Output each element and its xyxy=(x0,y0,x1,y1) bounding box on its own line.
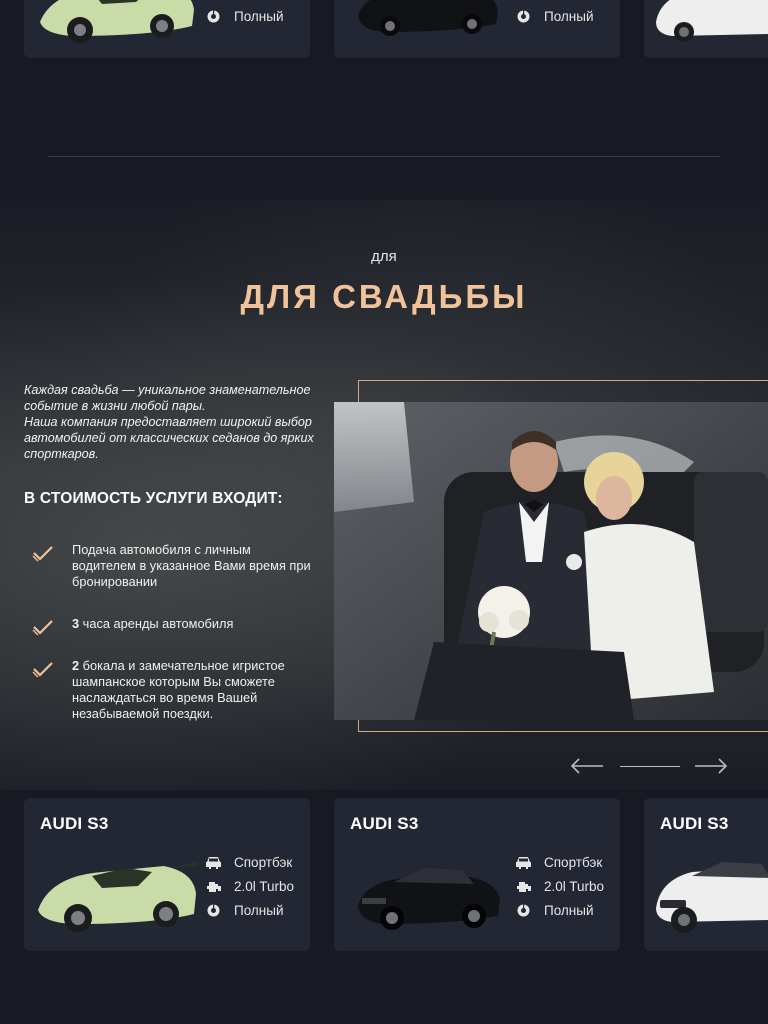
drive-icon xyxy=(204,903,222,917)
spec-engine-label: 2.0l Turbo xyxy=(234,878,295,894)
spec-body: Спортбэк xyxy=(514,852,602,872)
check-icon xyxy=(32,620,53,636)
include-rest: часа аренды автомобиля xyxy=(79,616,234,631)
spec-drive-label: Полный xyxy=(234,8,284,24)
car-card-top-2[interactable]: Полный xyxy=(334,0,620,58)
spec-body: Спортбэк xyxy=(204,852,292,872)
car-title: AUDI S3 xyxy=(660,814,729,833)
section-kicker: для xyxy=(371,248,397,265)
include-text: Подача автомобиля с личным водителем в у… xyxy=(72,542,312,590)
car-card-2[interactable]: AUDI S3 Спортбэк 2.0l Turbo Полный xyxy=(334,798,620,951)
include-rest: Подача автомобиля с личным водителем в у… xyxy=(72,542,311,589)
car-image xyxy=(656,0,768,42)
spec-engine-label: 2.0l Turbo xyxy=(544,878,605,894)
check-icon xyxy=(32,662,53,678)
check-icon xyxy=(32,546,53,562)
spec-drive: Полный xyxy=(514,6,594,26)
spec-drive: Полный xyxy=(204,900,284,920)
include-text: 3 часа аренды автомобиля xyxy=(72,616,312,632)
drive-icon xyxy=(514,903,532,917)
spec-drive-label: Полный xyxy=(544,902,594,918)
spec-engine: 2.0l Turbo xyxy=(514,876,604,896)
drive-icon xyxy=(204,9,222,23)
wedding-intro: Каждая свадьба — уникальное знаменательн… xyxy=(24,383,314,461)
car-image xyxy=(358,868,500,930)
spec-drive: Полный xyxy=(514,900,594,920)
includes-title: В СТОИМОСТЬ УСЛУГИ ВХОДИТ: xyxy=(24,490,283,507)
slider-progress xyxy=(620,766,680,767)
car-card-3[interactable]: AUDI S3 xyxy=(644,798,768,951)
car-image xyxy=(40,0,194,43)
section-divider xyxy=(48,156,720,157)
spec-drive-label: Полный xyxy=(234,902,284,918)
car-image xyxy=(358,0,498,36)
include-text: 2 бокала и замечательное игристое шампан… xyxy=(72,658,312,722)
include-rest: бокала и замечательное игристое шампанск… xyxy=(72,658,285,721)
car-image xyxy=(656,862,768,933)
car-title: AUDI S3 xyxy=(350,814,419,833)
car-card-1[interactable]: AUDI S3 Спортбэк 2.0l Turbo Полный xyxy=(24,798,310,951)
engine-icon xyxy=(514,879,532,893)
car-icon xyxy=(204,855,222,869)
engine-icon xyxy=(204,879,222,893)
car-card-top-3[interactable] xyxy=(644,0,768,58)
car-icon xyxy=(514,855,532,869)
car-image xyxy=(38,862,198,932)
arrow-left-icon[interactable] xyxy=(570,758,604,774)
spec-body-label: Спортбэк xyxy=(234,854,293,870)
wedding-photo xyxy=(334,402,768,720)
arrow-right-icon[interactable] xyxy=(694,758,728,774)
spec-engine: 2.0l Turbo xyxy=(204,876,294,896)
spec-drive: Полный xyxy=(204,6,284,26)
spec-body-label: Спортбэк xyxy=(544,854,603,870)
section-heading: ДЛЯ СВАДЬБЫ xyxy=(240,278,528,315)
drive-icon xyxy=(514,9,532,23)
car-card-top-1[interactable]: Полный xyxy=(24,0,310,58)
spec-drive-label: Полный xyxy=(544,8,594,24)
car-title: AUDI S3 xyxy=(40,814,109,833)
